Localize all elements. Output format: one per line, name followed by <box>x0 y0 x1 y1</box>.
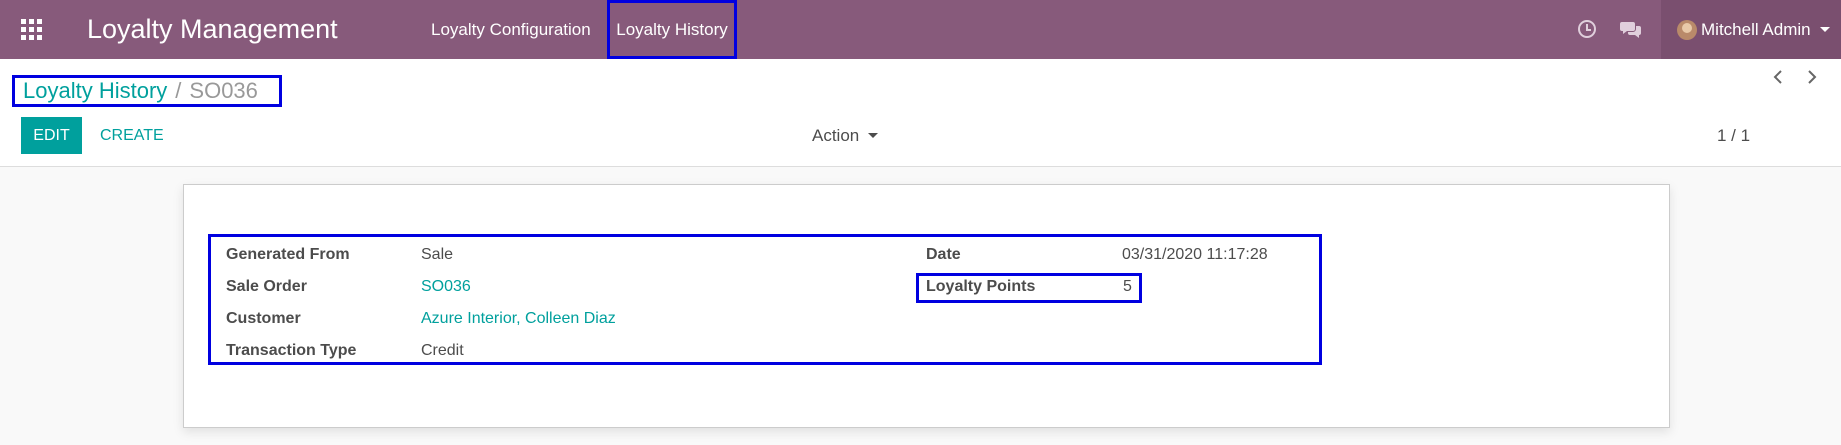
field-label-loyalty-points: Loyalty Points <box>926 278 1036 295</box>
activity-clock-icon[interactable] <box>1578 20 1596 38</box>
breadcrumb: Loyalty History / SO036 <box>12 75 282 107</box>
breadcrumb-current: SO036 <box>189 78 258 103</box>
avatar <box>1677 19 1697 40</box>
field-label-customer: Customer <box>226 310 301 327</box>
app-brand[interactable]: Loyalty Management <box>87 0 338 59</box>
field-label-transaction-type: Transaction Type <box>226 342 357 359</box>
menu-loyalty-history[interactable]: Loyalty History <box>607 0 737 59</box>
pager-previous-icon[interactable] <box>1773 70 1783 84</box>
customer-link[interactable]: Azure Interior, Colleen Diaz <box>421 310 616 328</box>
action-dropdown[interactable]: Action <box>812 117 879 154</box>
field-value-transaction-type: Credit <box>421 342 464 359</box>
user-name: Mitchell Admin <box>1701 19 1811 39</box>
menu-loyalty-configuration[interactable]: Loyalty Configuration <box>431 0 591 59</box>
pager-value[interactable]: 1 / 1 <box>1717 117 1750 154</box>
breadcrumb-parent-link[interactable]: Loyalty History <box>23 78 167 104</box>
top-navbar: Loyalty Management Loyalty Configuration… <box>0 0 1841 59</box>
create-button[interactable]: CREATE <box>100 117 164 154</box>
field-value-date: 03/31/2020 11:17:28 <box>1122 246 1268 263</box>
field-value-generated-from: Sale <box>421 246 454 263</box>
field-value-loyalty-points: 5 <box>1123 278 1132 295</box>
action-label: Action <box>812 126 860 145</box>
breadcrumb-separator: / <box>175 78 182 103</box>
field-label-sale-order: Sale Order <box>226 278 307 295</box>
chevron-down-icon <box>868 133 879 138</box>
chevron-down-icon <box>1819 27 1830 32</box>
control-panel: Loyalty History / SO036 EDIT CREATE Acti… <box>0 59 1841 167</box>
user-menu[interactable]: Mitchell Admin <box>1661 0 1841 59</box>
sale-order-link[interactable]: SO036 <box>421 278 471 296</box>
pager-next-icon[interactable] <box>1807 70 1817 84</box>
chat-icon[interactable] <box>1620 20 1642 38</box>
field-label-generated-from: Generated From <box>226 246 350 263</box>
edit-button[interactable]: EDIT <box>21 117 82 154</box>
field-label-date: Date <box>926 246 961 263</box>
apps-grid-icon[interactable] <box>21 19 45 40</box>
